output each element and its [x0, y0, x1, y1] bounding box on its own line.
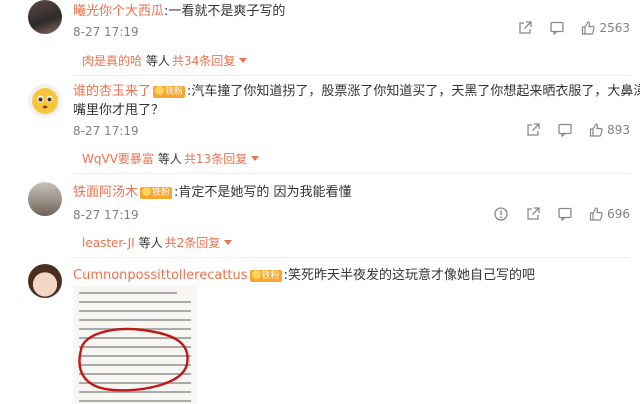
comment-actions: 696: [485, 207, 630, 221]
fan-badge-icon: [251, 270, 261, 279]
like-button[interactable]: 2563: [581, 21, 630, 35]
fan-badge-label: 铁粉: [165, 87, 184, 97]
fan-badge-label: 铁粉: [152, 188, 171, 198]
divider: [73, 75, 630, 76]
share-icon: [519, 21, 533, 34]
fan-badge: 铁粉: [249, 270, 282, 282]
reply-username[interactable]: leaster-JI: [82, 236, 135, 250]
like-count: 696: [607, 207, 630, 221]
share-button[interactable]: [517, 123, 549, 137]
comment-line: Cumnonpossittollerecattus 铁粉:笑死昨天半夜发的这玩意才…: [73, 267, 535, 285]
comment-username[interactable]: 谁的杏玉来了: [73, 84, 151, 99]
fan-badge: 铁粉: [140, 187, 173, 199]
comment-icon: [550, 21, 565, 35]
comment-actions: 2563: [509, 21, 630, 35]
reply-mid: 等人: [146, 54, 171, 68]
share-button[interactable]: [509, 21, 541, 35]
caret-down-icon: [239, 58, 248, 63]
comment-line: 谁的杏玉来了 铁粉:汽车撞了你知道拐了，股票涨了你知道买了，天黑了你想起来晒衣服了…: [73, 83, 640, 101]
comment-icon: [558, 207, 572, 221]
share-button[interactable]: [517, 207, 549, 221]
report-icon: [494, 207, 508, 221]
fan-badge-icon: [142, 187, 152, 196]
comment-text: 汽车撞了你知道拐了，股票涨了你知道买了，天黑了你想起来晒衣服了，大鼻涕流: [191, 84, 640, 99]
fan-badge-label: 铁粉: [261, 271, 280, 281]
divider: [73, 173, 630, 174]
reply-summary[interactable]: WqVV要暴富 等人 共13条回复: [82, 150, 260, 167]
reply-mid: 等人: [157, 152, 182, 166]
share-icon: [527, 207, 540, 220]
reply-mid: 等人: [138, 236, 163, 250]
fan-badge: 铁粉: [153, 86, 186, 98]
comment-text-line2: 嘴里你才甩了？: [73, 103, 165, 118]
like-button[interactable]: 696: [589, 207, 630, 221]
avatar[interactable]: [28, 84, 62, 118]
divider: [73, 257, 630, 258]
comment-username[interactable]: 曦光你个大西瓜: [73, 4, 164, 19]
comment-button[interactable]: [549, 123, 581, 137]
avatar[interactable]: [28, 0, 62, 34]
reply-username[interactable]: 肉是真的哈: [82, 54, 142, 68]
like-icon: [582, 21, 596, 35]
comment-time: 8-27 17:19: [73, 124, 139, 138]
comment-username[interactable]: Cumnonpossittollerecattus: [73, 268, 248, 283]
comment-actions: 893: [517, 123, 630, 137]
comment-line: 铁面阿汤木 铁粉:肯定不是她写的 因为我能看懂: [73, 184, 352, 202]
report-button[interactable]: [485, 207, 517, 221]
emoji-face-icon: [32, 88, 58, 114]
comment-text: 一看就不是爽子写的: [168, 4, 286, 19]
avatar[interactable]: [28, 182, 62, 216]
comment-button[interactable]: [549, 207, 581, 221]
avatar[interactable]: [28, 264, 62, 298]
like-count: 893: [607, 123, 630, 137]
reply-summary[interactable]: 肉是真的哈 等人 共34条回复: [82, 52, 248, 69]
red-circle-annotation: [78, 327, 189, 392]
reply-summary[interactable]: leaster-JI 等人 共2条回复: [82, 234, 233, 251]
caret-down-icon: [251, 156, 260, 161]
share-icon: [527, 123, 540, 136]
comment-icon: [558, 123, 572, 137]
reply-total[interactable]: 共13条回复: [184, 152, 247, 166]
fan-badge-icon: [155, 86, 165, 95]
like-count: 2563: [599, 21, 630, 35]
caret-down-icon: [224, 240, 233, 245]
comment-line: 曦光你个大西瓜:一看就不是爽子写的: [73, 3, 285, 21]
like-icon: [589, 207, 603, 221]
reply-username[interactable]: WqVV要暴富: [82, 152, 154, 166]
comment-button[interactable]: [541, 21, 573, 35]
like-button[interactable]: 893: [589, 123, 630, 137]
reply-total[interactable]: 共34条回复: [172, 54, 235, 68]
like-icon: [589, 123, 603, 137]
comment-username[interactable]: 铁面阿汤木: [73, 185, 138, 200]
comment-time: 8-27 17:19: [73, 25, 139, 39]
reply-total[interactable]: 共2条回复: [165, 236, 221, 250]
comment-text: 肯定不是她写的 因为我能看懂: [178, 185, 352, 200]
comment-time: 8-27 17:19: [73, 208, 139, 222]
comment-text: 笑死昨天半夜发的这玩意才像她自己写的吧: [287, 268, 535, 283]
comment-image[interactable]: [73, 286, 197, 404]
